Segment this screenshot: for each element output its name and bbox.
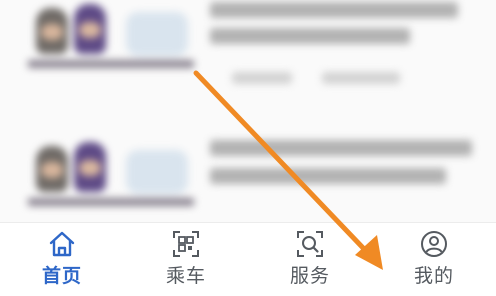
feed-card[interactable] <box>0 0 496 84</box>
feed-card-title-line <box>210 28 410 44</box>
tab-profile-label: 我的 <box>413 265 454 287</box>
bottom-tab-bar: 首页 乘车 服务 我的 <box>0 222 496 295</box>
tab-home-label: 首页 <box>41 265 82 287</box>
tab-home[interactable]: 首页 <box>0 223 124 296</box>
tab-ride-label: 乘车 <box>165 265 206 287</box>
search-service-icon <box>297 231 323 257</box>
tab-service[interactable]: 服务 <box>248 223 372 296</box>
feed-card-date <box>322 72 400 84</box>
feed-card[interactable] <box>0 118 496 218</box>
feed-card-title-line <box>210 2 458 18</box>
feed-card-thumbnail <box>28 0 194 70</box>
tab-ride[interactable]: 乘车 <box>124 223 248 296</box>
feed-card-source <box>232 72 292 84</box>
user-profile-icon <box>421 231 447 257</box>
qr-code-icon <box>173 231 199 257</box>
home-icon <box>49 231 75 257</box>
feed-card-thumbnail <box>28 138 194 208</box>
tab-profile[interactable]: 我的 <box>372 223 496 296</box>
feed-card-title-line <box>210 168 446 184</box>
tab-service-label: 服务 <box>289 265 330 287</box>
feed-card-title-line <box>210 140 472 156</box>
news-feed[interactable] <box>0 0 496 222</box>
